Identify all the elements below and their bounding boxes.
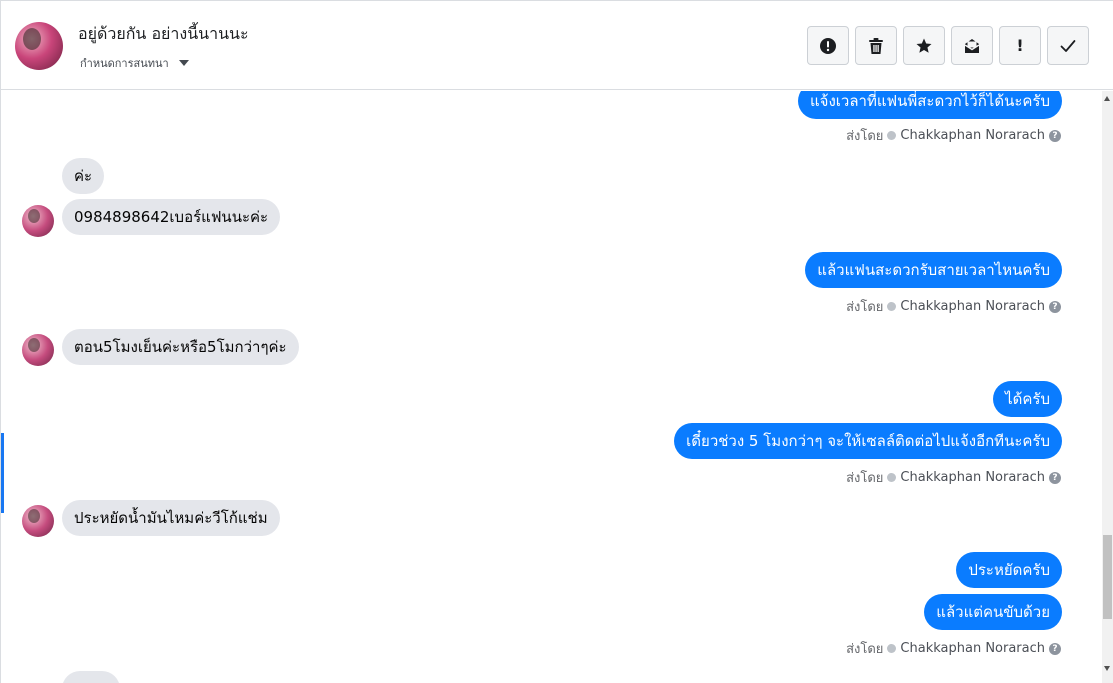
- check-icon: [1060, 39, 1076, 52]
- thread-scrollbar[interactable]: [1102, 91, 1113, 683]
- conversation-settings-dropdown[interactable]: กำหนดการสนทนา: [80, 54, 189, 72]
- message-outgoing[interactable]: ประหยัดครับ: [956, 552, 1062, 588]
- conversation-toolbar: !: [807, 26, 1089, 65]
- message-thread: แจ้งเวลาที่แฟนพี่สะดวกไว้ก็ได้นะครับ ส่ง…: [1, 91, 1102, 683]
- star-icon: [916, 38, 932, 53]
- mark-done-button[interactable]: [1047, 26, 1089, 65]
- star-button[interactable]: [903, 26, 945, 65]
- page-icon: [887, 473, 897, 482]
- conversation-settings-label: กำหนดการสนทนา: [80, 57, 169, 70]
- scroll-up-arrow-icon[interactable]: [1104, 96, 1110, 101]
- message-incoming[interactable]: 0984898642เบอร์แฟนนะค่ะ: [62, 199, 281, 235]
- caret-down-icon: [178, 60, 189, 66]
- envelope-icon: [964, 38, 980, 53]
- help-icon[interactable]: ?: [1049, 642, 1061, 655]
- help-icon[interactable]: ?: [1049, 471, 1061, 484]
- sent-by-line: ส่งโดย Chakkaphan Norarach ?: [846, 296, 1061, 317]
- active-indicator: [1, 433, 4, 513]
- contact-avatar-small[interactable]: [22, 334, 54, 366]
- sent-by-line: ส่งโดย Chakkaphan Norarach ?: [846, 638, 1061, 659]
- message-outgoing[interactable]: แจ้งเวลาที่แฟนพี่สะดวกไว้ก็ได้นะครับ: [798, 91, 1062, 119]
- page-icon: [887, 302, 897, 311]
- sent-by-label: ส่งโดย: [846, 129, 884, 144]
- sender-name[interactable]: Chakkaphan Norarach: [900, 470, 1045, 485]
- message-outgoing[interactable]: ได้ครับ: [993, 381, 1062, 417]
- sent-by-line: ส่งโดย Chakkaphan Norarach ?: [846, 125, 1061, 146]
- sent-by-label: ส่งโดย: [846, 300, 884, 315]
- alert-circle-icon: [820, 37, 836, 54]
- trash-icon: [869, 37, 883, 54]
- message-outgoing[interactable]: เดี๋ยวช่วง 5 โมงกว่าๆ จะให้เซลล์ติดต่อไป…: [674, 423, 1062, 459]
- page-icon: [887, 131, 897, 140]
- sent-by-label: ส่งโดย: [846, 471, 884, 486]
- conversation-header: อยู่ด้วยกัน อย่างนี้นานนะ กำหนดการสนทนา: [1, 1, 1113, 90]
- exclamation-icon: !: [1016, 36, 1024, 55]
- message-outgoing[interactable]: แล้วแต่คนขับด้วย: [924, 594, 1062, 630]
- contact-avatar[interactable]: [15, 22, 63, 70]
- message-incoming[interactable]: ประหยัดน้ำมันไหมค่ะวีโก้แช่ม: [62, 500, 280, 536]
- help-icon[interactable]: ?: [1049, 300, 1061, 313]
- message-incoming[interactable]: ตอน5โมงเย็นค่ะหรือ5โมกว่าๆค่ะ: [62, 329, 299, 365]
- sent-by-label: ส่งโดย: [846, 642, 884, 657]
- conversation-title[interactable]: อยู่ด้วยกัน อย่างนี้นานนะ: [78, 22, 249, 47]
- message-outgoing[interactable]: แล้วแฟนสะดวกรับสายเวลาไหนครับ: [805, 252, 1062, 288]
- message-incoming-partial[interactable]: [62, 671, 120, 683]
- contact-avatar-small[interactable]: [22, 205, 54, 237]
- scroll-down-arrow-icon[interactable]: [1104, 666, 1110, 671]
- sent-by-line: ส่งโดย Chakkaphan Norarach ?: [846, 467, 1061, 488]
- message-incoming[interactable]: ค่ะ: [62, 158, 105, 194]
- sender-name[interactable]: Chakkaphan Norarach: [900, 641, 1045, 656]
- help-icon[interactable]: ?: [1049, 129, 1061, 142]
- follow-up-button[interactable]: !: [999, 26, 1041, 65]
- mark-unread-button[interactable]: [951, 26, 993, 65]
- contact-avatar-small[interactable]: [22, 505, 54, 537]
- delete-button[interactable]: [855, 26, 897, 65]
- mark-spam-button[interactable]: [807, 26, 849, 65]
- sender-name[interactable]: Chakkaphan Norarach: [900, 128, 1045, 143]
- page-icon: [887, 644, 897, 653]
- sender-name[interactable]: Chakkaphan Norarach: [900, 299, 1045, 314]
- scrollbar-thumb[interactable]: [1103, 535, 1112, 619]
